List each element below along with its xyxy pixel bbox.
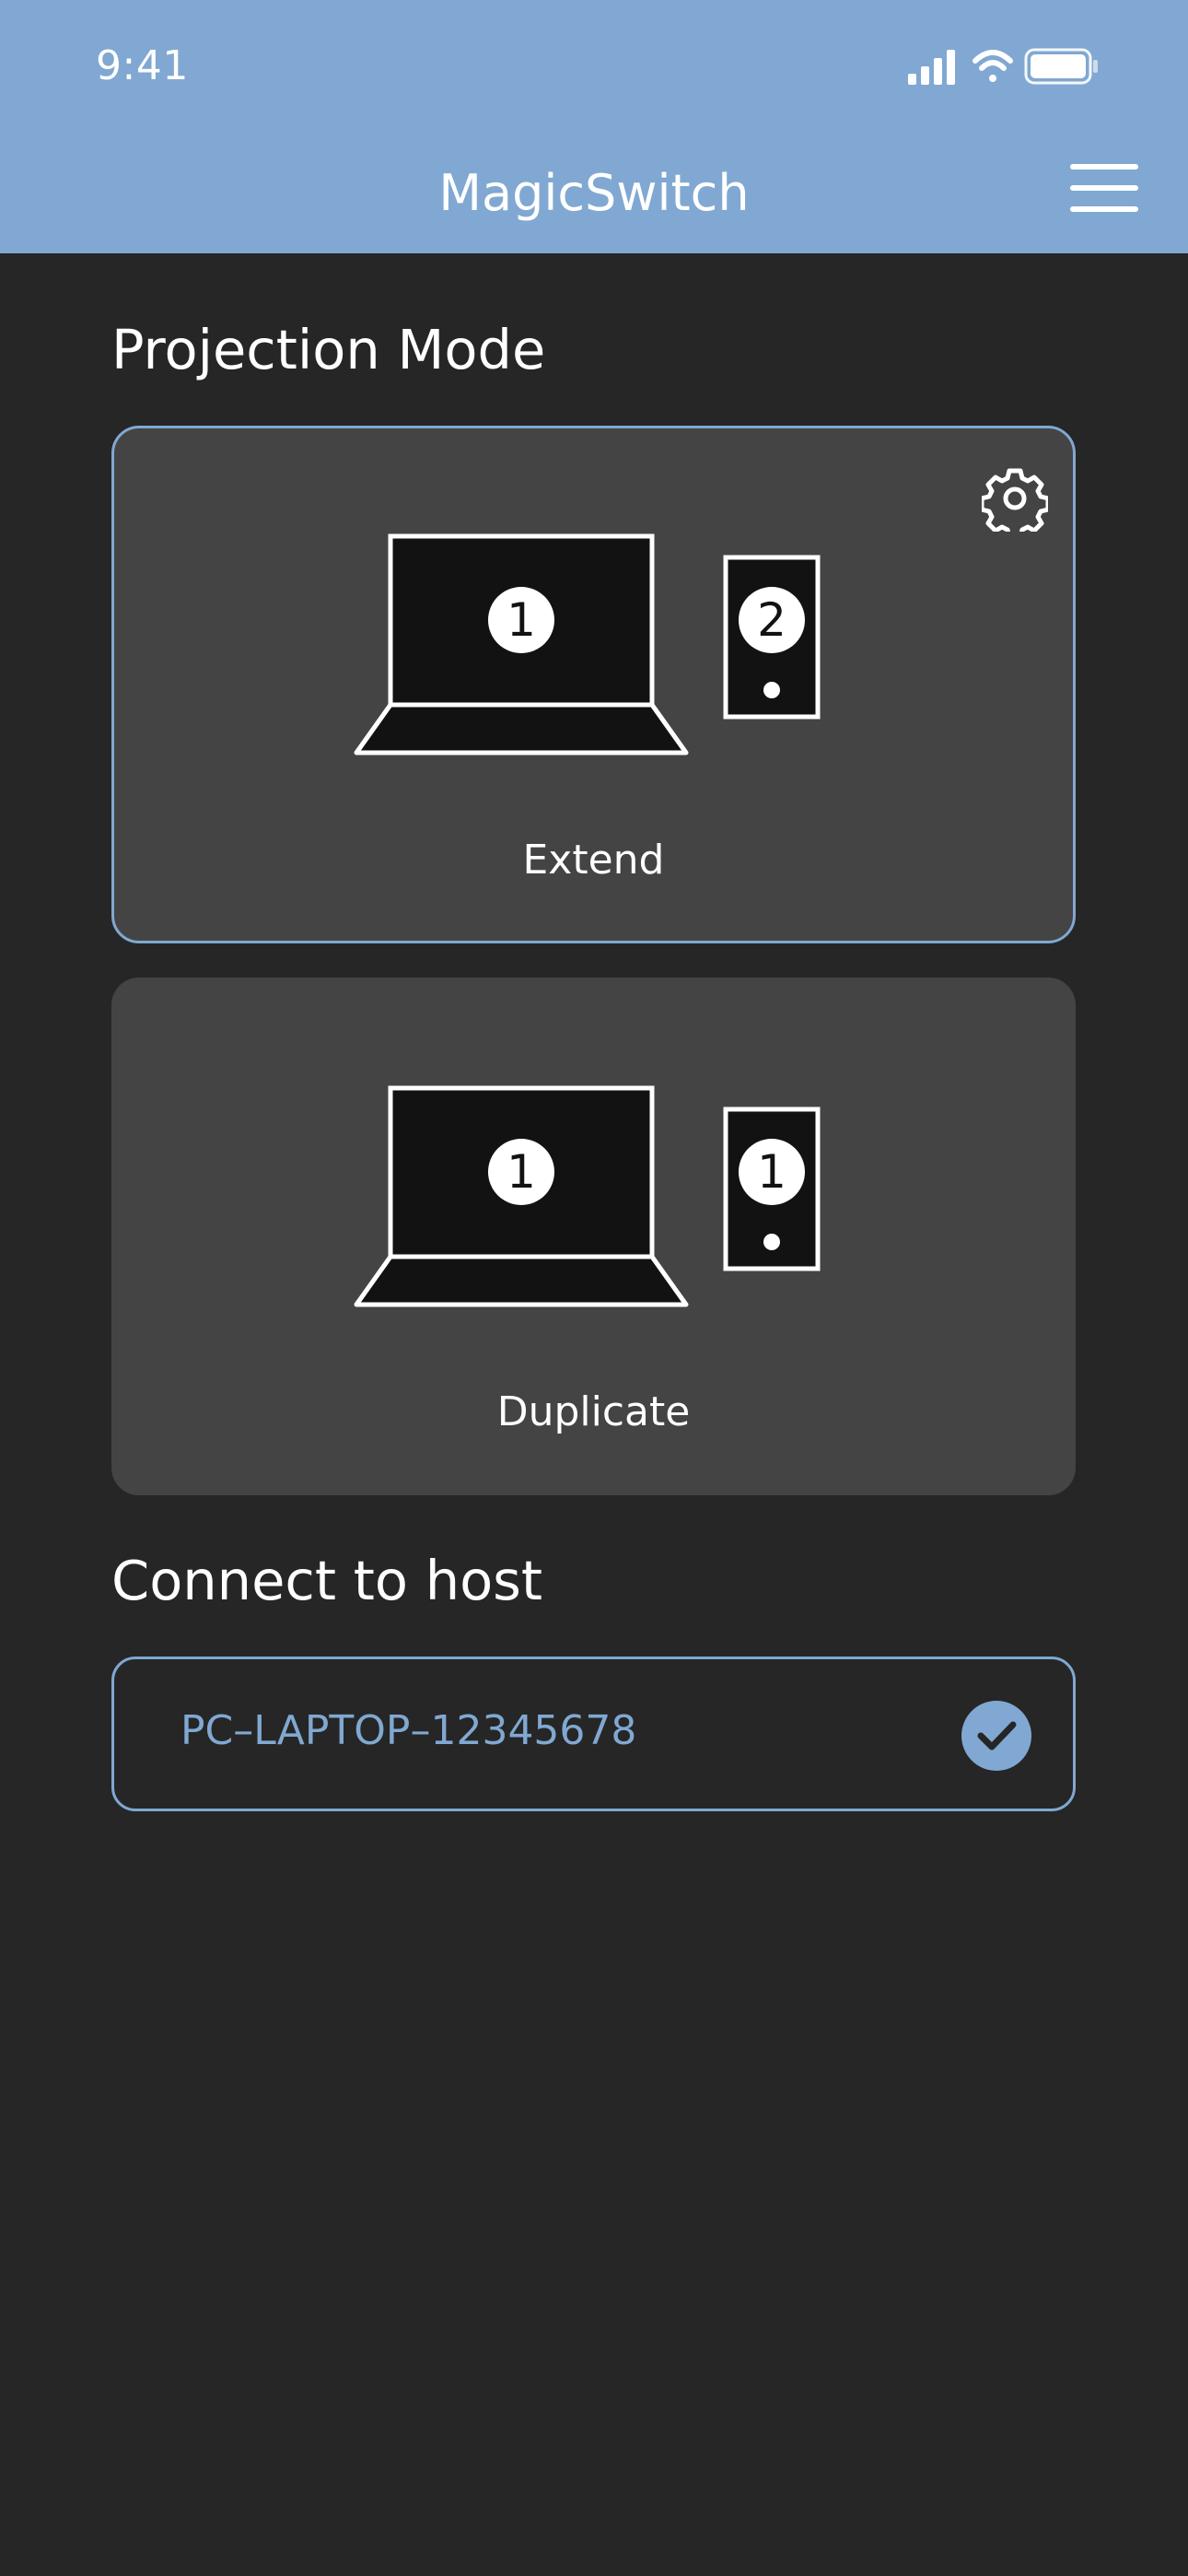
- check-circle-icon: [961, 1701, 1031, 1771]
- mode-label-extend: Extend: [522, 837, 665, 884]
- projection-mode-title: Projection Mode: [111, 318, 546, 381]
- mode-label-duplicate: Duplicate: [496, 1388, 691, 1435]
- extend-illustration: 1 2: [354, 533, 821, 755]
- signal-icon: [908, 50, 955, 85]
- battery-icon: [1024, 48, 1098, 85]
- laptop-screen-number: 1: [507, 1145, 536, 1199]
- wifi-icon: [973, 50, 1013, 82]
- host-selector[interactable]: PC–LAPTOP–12345678: [111, 1657, 1076, 1811]
- app-screen: 9:41 MagicSwitch Projection Mode 1 2 Ext…: [0, 0, 1188, 2576]
- laptop-icon: 1: [354, 533, 689, 755]
- gear-icon[interactable]: [982, 465, 1048, 532]
- menu-line: [1070, 206, 1138, 212]
- phone-screen-number: 2: [757, 593, 786, 647]
- mode-card-extend[interactable]: 1 2 Extend: [111, 426, 1076, 943]
- status-time: 9:41: [96, 42, 189, 89]
- duplicate-illustration: 1 1: [354, 1085, 821, 1307]
- laptop-screen-number: 1: [507, 593, 536, 647]
- app-title: MagicSwitch: [438, 164, 750, 222]
- laptop-icon: 1: [354, 1085, 689, 1307]
- status-icons: [908, 48, 1098, 85]
- app-header: 9:41 MagicSwitch: [0, 0, 1188, 253]
- connect-to-host-title: Connect to host: [111, 1549, 543, 1612]
- hamburger-menu-icon[interactable]: [1066, 162, 1140, 217]
- phone-icon: 1: [723, 1107, 821, 1271]
- phone-icon: 2: [723, 555, 821, 720]
- mode-card-duplicate[interactable]: 1 1 Duplicate: [111, 978, 1076, 1495]
- host-name: PC–LAPTOP–12345678: [181, 1707, 637, 1754]
- menu-line: [1070, 185, 1138, 191]
- phone-screen-number: 1: [757, 1145, 786, 1199]
- menu-line: [1070, 164, 1138, 170]
